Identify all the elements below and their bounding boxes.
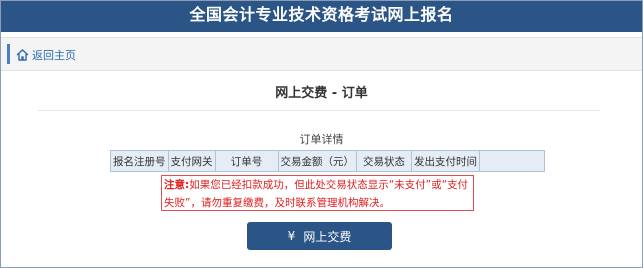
col-status: 交易状态 (356, 150, 412, 172)
yen-icon: ¥ (287, 229, 296, 243)
col-amount: 交易金额（元） (277, 150, 357, 172)
pay-online-label: 网上交费 (303, 229, 352, 244)
page-title: 网上交费 - 订单 (275, 86, 368, 101)
order-table: 报名注册号 支付网关 订单号 交易金额（元） 交易状态 发出支付时间 (110, 150, 545, 172)
col-registration-no: 报名注册号 (110, 150, 169, 172)
toolbar: 返回主页 (1, 37, 642, 71)
site-header: 全国会计专业技术资格考试网上报名 (1, 1, 642, 32)
toolbar-accent (7, 44, 10, 64)
notice-text: 如果您已经扣款成功，但此处交易状态显示“未支付”或“支付失败”，请勿重复缴费，及… (164, 179, 469, 209)
back-home-link[interactable]: 返回主页 (16, 47, 76, 63)
col-order-no: 订单号 (214, 150, 279, 172)
site-title: 全国会计专业技术资格考试网上报名 (189, 5, 454, 24)
col-payment-gateway: 支付网关 (167, 150, 216, 172)
back-home-label: 返回主页 (32, 49, 76, 62)
section-title: 订单详情 (299, 133, 344, 146)
notice-box: 注意:如果您已经扣款成功，但此处交易状态显示“未支付”或“支付失败”，请勿重复缴… (161, 175, 474, 211)
divider (38, 110, 600, 111)
pay-online-button[interactable]: ¥ 网上交费 (247, 222, 392, 250)
home-icon (16, 49, 29, 61)
table-header-row: 报名注册号 支付网关 订单号 交易金额（元） 交易状态 发出支付时间 (110, 150, 545, 172)
notice-label: 注意: (164, 179, 190, 191)
col-blank (479, 150, 545, 172)
col-payment-time: 发出支付时间 (411, 150, 480, 172)
